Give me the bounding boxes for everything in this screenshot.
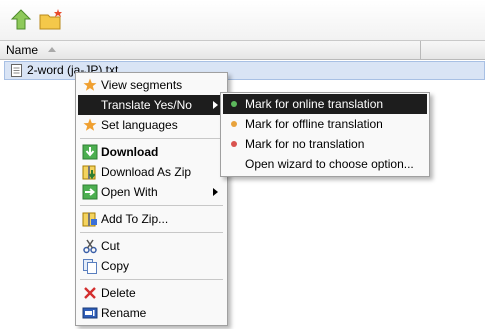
sort-ascending-icon: [48, 47, 56, 52]
text-file-icon: [10, 63, 24, 78]
submenu-item-open-wizard[interactable]: Open wizard to choose option...: [223, 154, 427, 174]
submenu-item-mark-no-translation[interactable]: Mark for no translation: [223, 134, 427, 154]
scissors-icon: [82, 238, 98, 254]
copy-icon: [82, 258, 98, 274]
submenu-item-label: Mark for offline translation: [245, 117, 383, 131]
add-to-zip-icon: [82, 211, 98, 227]
menu-item-label: Cut: [101, 239, 120, 253]
rename-icon: [82, 305, 98, 321]
menu-item-set-languages[interactable]: Set languages: [78, 115, 225, 135]
star-icon: [82, 77, 98, 93]
orange-dot-icon: [231, 121, 237, 127]
menu-item-copy[interactable]: Copy: [78, 256, 225, 276]
delete-x-icon: [82, 285, 98, 301]
menu-item-label: Open With: [101, 185, 158, 199]
menu-item-label: Download: [101, 145, 159, 159]
menu-item-label: Delete: [101, 286, 136, 300]
menu-item-label: Rename: [101, 306, 147, 320]
open-with-icon: [82, 184, 98, 200]
menu-item-download-as-zip[interactable]: Download As Zip: [78, 162, 225, 182]
menu-separator: [80, 279, 223, 280]
menu-item-label: View segments: [101, 78, 183, 92]
star-icon: [82, 117, 98, 133]
name-column-header[interactable]: Name: [6, 43, 38, 57]
menu-item-open-with[interactable]: Open With: [78, 182, 225, 202]
submenu-item-mark-offline[interactable]: Mark for offline translation: [223, 114, 427, 134]
submenu-item-label: Mark for online translation: [245, 97, 384, 111]
zip-download-icon: [82, 164, 98, 180]
menu-item-add-to-zip[interactable]: Add To Zip...: [78, 209, 225, 229]
menu-item-cut[interactable]: Cut: [78, 236, 225, 256]
menu-item-label: Copy: [101, 259, 130, 273]
upload-arrow-icon[interactable]: [8, 7, 34, 33]
menu-item-delete[interactable]: Delete: [78, 283, 225, 303]
submenu-item-label: Open wizard to choose option...: [245, 157, 414, 171]
download-icon: [82, 144, 98, 160]
menu-separator: [80, 205, 223, 206]
menu-item-label: Download As Zip: [101, 165, 192, 179]
column-separator[interactable]: [420, 41, 421, 59]
submenu-arrow-icon: [213, 101, 218, 109]
context-menu: View segments Translate Yes/No Set langu…: [75, 72, 228, 326]
submenu-arrow-icon: [213, 188, 218, 196]
menu-item-download[interactable]: Download: [78, 142, 225, 162]
toolbar: [0, 0, 485, 41]
new-folder-icon[interactable]: [38, 7, 64, 33]
menu-separator: [80, 232, 223, 233]
menu-item-translate-yes-no[interactable]: Translate Yes/No: [78, 95, 225, 115]
column-header: Name: [0, 41, 485, 60]
menu-item-view-segments[interactable]: View segments: [78, 75, 225, 95]
menu-item-label: Add To Zip...: [101, 212, 169, 226]
menu-item-label: Translate Yes/No: [101, 98, 192, 112]
translate-submenu: Mark for online translation Mark for off…: [220, 92, 430, 177]
menu-item-label: Set languages: [101, 118, 178, 132]
submenu-item-label: Mark for no translation: [245, 137, 365, 151]
menu-item-rename[interactable]: Rename: [78, 303, 225, 323]
red-dot-icon: [231, 141, 237, 147]
menu-separator: [80, 138, 223, 139]
green-dot-icon: [231, 101, 237, 107]
submenu-item-mark-online[interactable]: Mark for online translation: [223, 94, 427, 114]
